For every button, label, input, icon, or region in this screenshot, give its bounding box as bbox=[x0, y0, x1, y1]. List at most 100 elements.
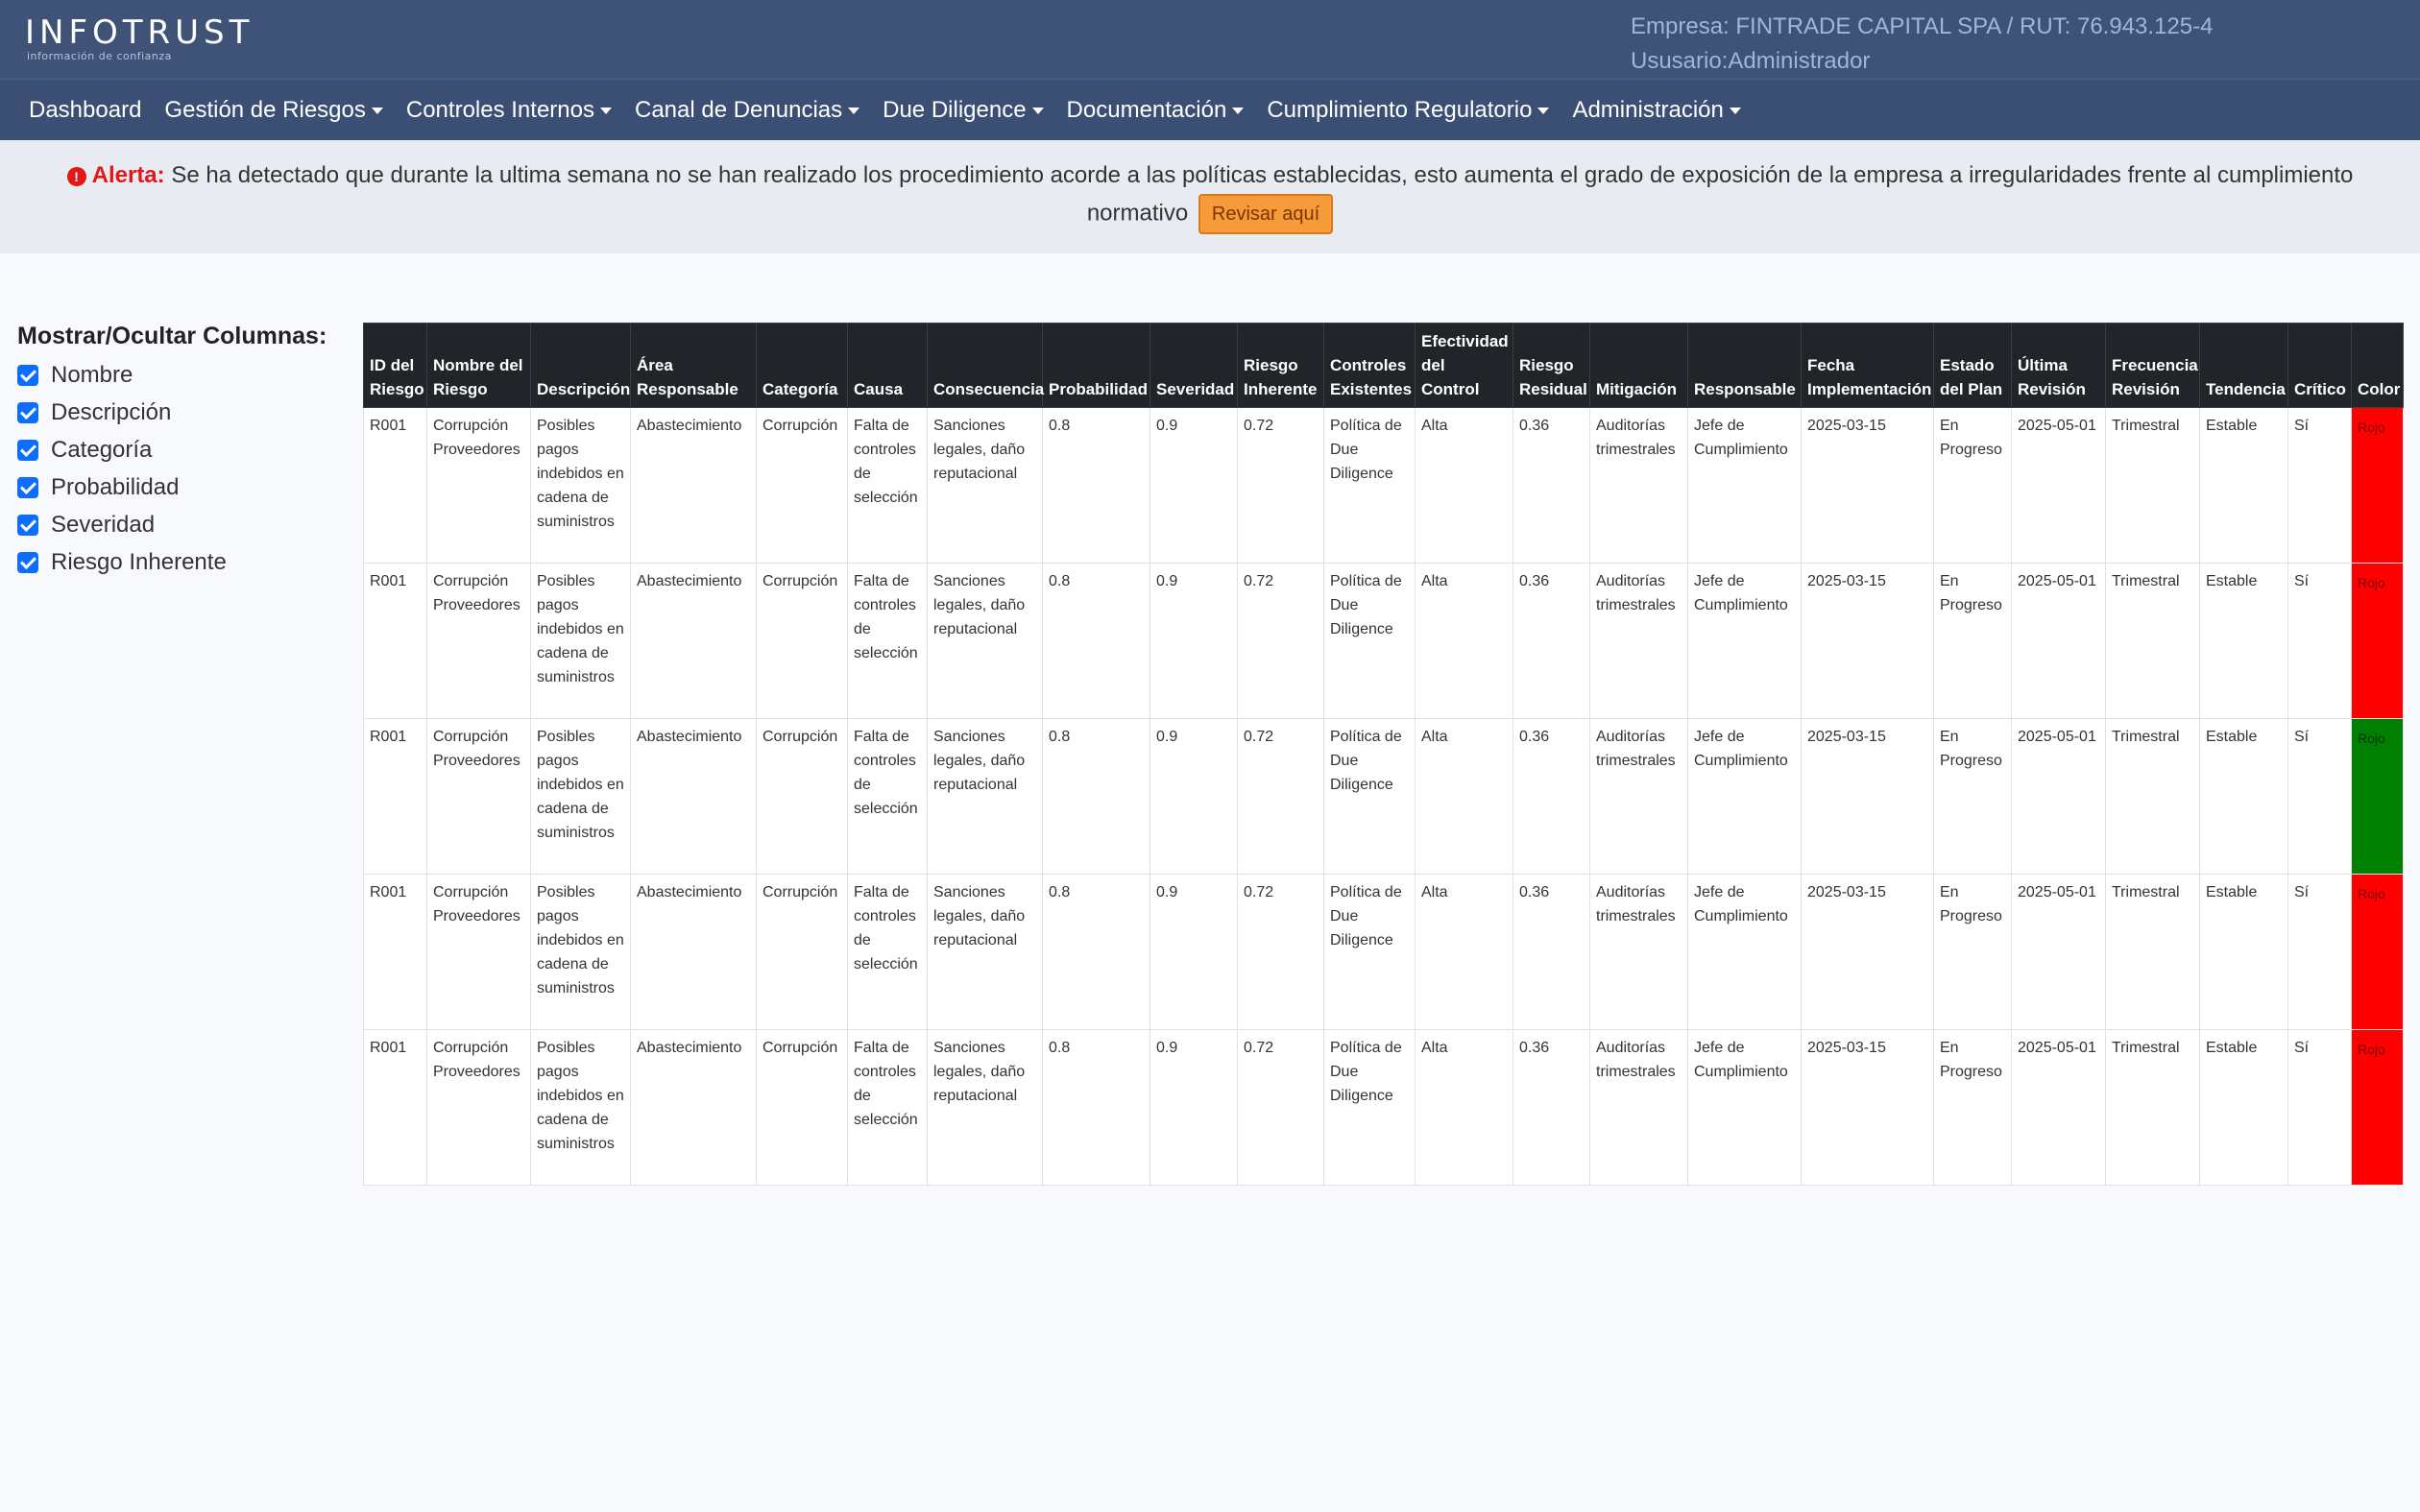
toggle-nombre[interactable]: Nombre bbox=[17, 356, 344, 394]
table-cell: Jefe de Cumplimiento bbox=[1687, 874, 1802, 1030]
column-header: Categoría bbox=[756, 323, 848, 408]
table-cell: 0.36 bbox=[1512, 874, 1590, 1030]
checkbox-checked[interactable] bbox=[17, 401, 38, 423]
checkbox-checked[interactable] bbox=[17, 439, 38, 461]
table-cell: Falta de controles de selección bbox=[847, 874, 928, 1030]
nav-due-diligence[interactable]: Due Diligence bbox=[871, 80, 1054, 141]
table-cell: 0.72 bbox=[1237, 407, 1324, 564]
table-cell: Abastecimiento bbox=[630, 718, 757, 875]
column-toggle-title: Mostrar/Ocultar Columnas: bbox=[17, 323, 327, 349]
table-cell: Corrupción bbox=[756, 563, 848, 719]
column-header: Tendencia bbox=[2199, 323, 2288, 408]
table-cell: 2025-05-01 bbox=[2011, 563, 2106, 719]
table-cell: Corrupción bbox=[756, 407, 848, 564]
table-cell: Sí bbox=[2287, 874, 2352, 1030]
table-row[interactable]: R001 Corrupción Proveedores Posibles pagos… bbox=[363, 874, 2404, 1030]
column-header: Riesgo Inherente bbox=[1237, 323, 1324, 408]
table-cell: Trimestral bbox=[2105, 407, 2200, 564]
nav-administracion[interactable]: Administración bbox=[1561, 80, 1752, 141]
table-cell: Alta bbox=[1415, 563, 1513, 719]
table-cell: Falta de controles de selección bbox=[847, 718, 928, 875]
table-cell: Corrupción bbox=[756, 718, 848, 875]
column-header: Frecuencia Revisión bbox=[2105, 323, 2200, 408]
table-cell: 0.9 bbox=[1150, 407, 1238, 564]
table-cell: Estable bbox=[2199, 874, 2288, 1030]
table-cell: Política de Due Diligence bbox=[1323, 1029, 1416, 1186]
table-cell: Sanciones legales, daño reputacional bbox=[927, 874, 1043, 1030]
column-header: Riesgo Residual bbox=[1512, 323, 1590, 408]
nav-gestion-riesgos[interactable]: Gestión de Riesgos bbox=[153, 80, 394, 141]
risk-table-container: ID del Riesgo Nombre del Riesgo Descripció… bbox=[363, 323, 2404, 1186]
table-cell: En Progreso bbox=[1933, 563, 2012, 719]
column-header: ID del Riesgo bbox=[363, 323, 427, 408]
table-cell: Estable bbox=[2199, 1029, 2288, 1186]
checkbox-checked[interactable] bbox=[17, 476, 38, 498]
logo-tagline: información de confianza bbox=[27, 50, 172, 62]
table-cell: En Progreso bbox=[1933, 718, 2012, 875]
table-cell: Sanciones legales, daño reputacional bbox=[927, 563, 1043, 719]
toggle-categoria[interactable]: Categoría bbox=[17, 431, 344, 468]
table-cell: 0.8 bbox=[1042, 874, 1150, 1030]
toggle-riesgo-inherente[interactable]: Riesgo Inherente bbox=[17, 543, 344, 581]
nav-documentacion[interactable]: Documentación bbox=[1055, 80, 1256, 141]
toggle-severidad[interactable]: Severidad bbox=[17, 506, 344, 543]
main-navbar: Dashboard Gestión de Riesgos Controles I… bbox=[0, 79, 2420, 140]
table-cell: Posibles pagos indebidos en cadena de su… bbox=[530, 874, 631, 1030]
table-cell: Política de Due Diligence bbox=[1323, 718, 1416, 875]
infotrust-logo[interactable]: INFOTRUST bbox=[25, 13, 254, 52]
nav-dashboard[interactable]: Dashboard bbox=[17, 80, 153, 141]
table-row[interactable]: R001 Corrupción Proveedores Posibles pagos… bbox=[363, 1029, 2404, 1186]
nav-cumplimiento-regulatorio[interactable]: Cumplimiento Regulatorio bbox=[1255, 80, 1561, 141]
table-cell: 0.72 bbox=[1237, 563, 1324, 719]
table-cell: En Progreso bbox=[1933, 874, 2012, 1030]
table-cell: R001 bbox=[363, 1029, 427, 1186]
table-body: R001 Corrupción Proveedores Posibles pagos… bbox=[363, 407, 2404, 1186]
table-cell: Corrupción Proveedores bbox=[426, 407, 531, 564]
toggle-label: Riesgo Inherente bbox=[51, 548, 227, 575]
column-header: Mitigación bbox=[1589, 323, 1688, 408]
table-cell: Sí bbox=[2287, 1029, 2352, 1186]
table-cell: 0.72 bbox=[1237, 1029, 1324, 1186]
toggle-descripcion[interactable]: Descripción bbox=[17, 394, 344, 431]
toggle-label: Categoría bbox=[51, 436, 153, 463]
table-cell: R001 bbox=[363, 718, 427, 875]
column-header: Crítico bbox=[2287, 323, 2352, 408]
table-cell: Estable bbox=[2199, 407, 2288, 564]
alert-label: Alerta: bbox=[91, 162, 165, 188]
table-row[interactable]: R001 Corrupción Proveedores Posibles pagos… bbox=[363, 718, 2404, 875]
table-row[interactable]: R001 Corrupción Proveedores Posibles pagos… bbox=[363, 563, 2404, 719]
table-cell: Auditorías trimestrales bbox=[1589, 874, 1688, 1030]
table-cell: 0.8 bbox=[1042, 1029, 1150, 1186]
nav-label: Controles Internos bbox=[405, 96, 594, 123]
exclamation-circle-icon: ! bbox=[66, 167, 86, 186]
table-cell: Posibles pagos indebidos en cadena de su… bbox=[530, 563, 631, 719]
table-cell: 0.36 bbox=[1512, 718, 1590, 875]
table-cell: Falta de controles de selección bbox=[847, 407, 928, 564]
table-cell: Posibles pagos indebidos en cadena de su… bbox=[530, 407, 631, 564]
nav-canal-denuncias[interactable]: Canal de Denuncias bbox=[623, 80, 871, 141]
column-header: Área Responsable bbox=[630, 323, 757, 408]
toggle-probabilidad[interactable]: Probabilidad bbox=[17, 468, 344, 506]
table-cell: Abastecimiento bbox=[630, 563, 757, 719]
toggle-label: Probabilidad bbox=[51, 473, 180, 500]
review-button[interactable]: Revisar aquí bbox=[1198, 194, 1334, 234]
table-cell: Sí bbox=[2287, 407, 2352, 564]
column-header: Causa bbox=[847, 323, 928, 408]
table-cell: 0.9 bbox=[1150, 874, 1238, 1030]
table-cell: Abastecimiento bbox=[630, 1029, 757, 1186]
table-cell: Alta bbox=[1415, 718, 1513, 875]
checkbox-checked[interactable] bbox=[17, 364, 38, 386]
table-cell: Sanciones legales, daño reputacional bbox=[927, 1029, 1043, 1186]
nav-label: Cumplimiento Regulatorio bbox=[1267, 96, 1533, 123]
column-header: Severidad bbox=[1150, 323, 1238, 408]
table-cell: 2025-03-15 bbox=[1801, 874, 1934, 1030]
table-cell: 0.9 bbox=[1150, 1029, 1238, 1186]
table-cell: En Progreso bbox=[1933, 1029, 2012, 1186]
alert-banner: ! Alerta: Se ha detectado que durante la … bbox=[0, 140, 2420, 253]
table-cell: 0.9 bbox=[1150, 718, 1238, 875]
column-toggle-panel: Mostrar/Ocultar Columnas: Nombre Descrip… bbox=[17, 323, 344, 581]
nav-controles-internos[interactable]: Controles Internos bbox=[395, 80, 623, 141]
checkbox-checked[interactable] bbox=[17, 551, 38, 573]
checkbox-checked[interactable] bbox=[17, 514, 38, 536]
table-row[interactable]: R001 Corrupción Proveedores Posibles pagos… bbox=[363, 407, 2404, 564]
